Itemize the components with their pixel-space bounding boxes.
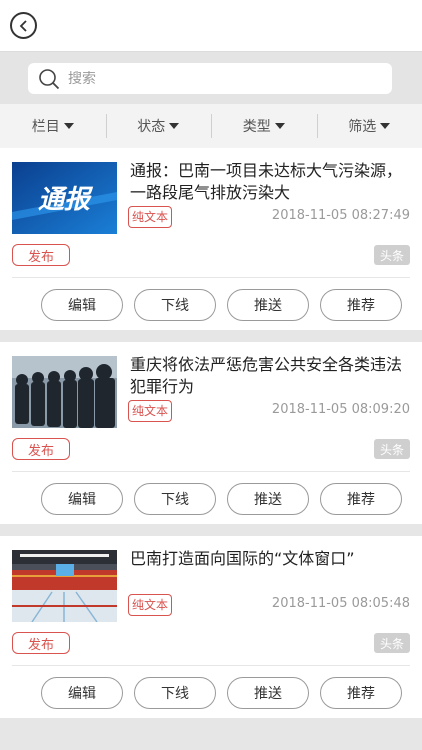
headline-tag[interactable]: 头条 xyxy=(374,633,410,653)
publish-status-tag: 发布 xyxy=(12,632,70,654)
headline-tag[interactable]: 头条 xyxy=(374,439,410,459)
filter-column-label: 栏目 xyxy=(31,119,60,135)
top-bar xyxy=(0,0,422,52)
caret-down-icon xyxy=(274,123,285,129)
article-time: 2018-11-05 08:09:20 xyxy=(271,402,410,417)
article-thumbnail xyxy=(12,356,117,428)
arena-photo-icon xyxy=(12,550,117,622)
headline-tag[interactable]: 头条 xyxy=(374,245,410,265)
recommend-button[interactable]: 推荐 xyxy=(320,289,402,321)
search-area xyxy=(0,52,422,104)
article-card[interactable]: 重庆将依法严惩危害公共安全各类违法犯罪行为 纯文本 2018-11-05 08:… xyxy=(0,342,422,524)
action-row: 编辑 下线 推送 推荐 xyxy=(0,483,422,515)
article-time: 2018-11-05 08:27:49 xyxy=(271,208,410,223)
article-thumbnail: 通报 xyxy=(12,162,117,234)
content-type-badge: 纯文本 xyxy=(128,206,173,228)
article-card[interactable]: 巴南打造面向国际的“文体窗口” 纯文本 2018-11-05 08:05:48 … xyxy=(0,536,422,718)
filter-bar: 栏目 状态 类型 筛选 xyxy=(0,104,422,148)
filter-type-label: 类型 xyxy=(242,119,271,135)
content-type-badge: 纯文本 xyxy=(128,594,173,616)
card-gap xyxy=(0,718,422,750)
article-title[interactable]: 重庆将依法严惩危害公共安全各类违法犯罪行为 xyxy=(130,354,412,398)
police-photo-icon xyxy=(12,356,117,428)
card-gap xyxy=(0,330,422,342)
content-type-badge: 纯文本 xyxy=(128,400,173,422)
edit-button[interactable]: 编辑 xyxy=(41,677,123,709)
caret-down-icon xyxy=(169,123,180,129)
edit-button[interactable]: 编辑 xyxy=(41,483,123,515)
divider xyxy=(12,277,410,278)
push-button[interactable]: 推送 xyxy=(227,483,309,515)
article-thumbnail xyxy=(12,550,117,622)
card-gap xyxy=(0,524,422,536)
divider xyxy=(12,471,410,472)
filter-status[interactable]: 状态 xyxy=(105,104,212,148)
filter-type[interactable]: 类型 xyxy=(211,104,317,148)
back-button[interactable] xyxy=(10,12,37,39)
filter-screen[interactable]: 筛选 xyxy=(316,104,422,148)
filter-screen-label: 筛选 xyxy=(348,119,377,135)
search-box[interactable] xyxy=(28,63,392,94)
caret-down-icon xyxy=(380,123,391,129)
search-icon xyxy=(39,68,60,89)
action-row: 编辑 下线 推送 推荐 xyxy=(0,289,422,321)
article-card[interactable]: 通报 通报：巴南一项目未达标大气污染源，一路段尾气排放污染大 纯文本 2018-… xyxy=(0,148,422,330)
divider xyxy=(12,665,410,666)
article-title[interactable]: 通报：巴南一项目未达标大气污染源，一路段尾气排放污染大 xyxy=(130,160,412,204)
publish-status-tag: 发布 xyxy=(12,244,70,266)
article-time: 2018-11-05 08:05:48 xyxy=(271,596,410,611)
announcement-image-icon: 通报 xyxy=(12,162,117,234)
action-row: 编辑 下线 推送 推荐 xyxy=(0,677,422,709)
search-input[interactable] xyxy=(68,70,368,87)
publish-status-tag: 发布 xyxy=(12,438,70,460)
offline-button[interactable]: 下线 xyxy=(134,289,216,321)
offline-button[interactable]: 下线 xyxy=(134,677,216,709)
recommend-button[interactable]: 推荐 xyxy=(320,483,402,515)
article-title[interactable]: 巴南打造面向国际的“文体窗口” xyxy=(130,548,412,570)
offline-button[interactable]: 下线 xyxy=(134,483,216,515)
recommend-button[interactable]: 推荐 xyxy=(320,677,402,709)
filter-column[interactable]: 栏目 xyxy=(0,104,106,148)
push-button[interactable]: 推送 xyxy=(227,289,309,321)
push-button[interactable]: 推送 xyxy=(227,677,309,709)
caret-down-icon xyxy=(63,123,74,129)
thumb-text-tongbao: 通报 xyxy=(38,185,94,215)
back-arrow-icon xyxy=(19,19,27,32)
edit-button[interactable]: 编辑 xyxy=(41,289,123,321)
filter-status-label: 状态 xyxy=(137,119,166,135)
